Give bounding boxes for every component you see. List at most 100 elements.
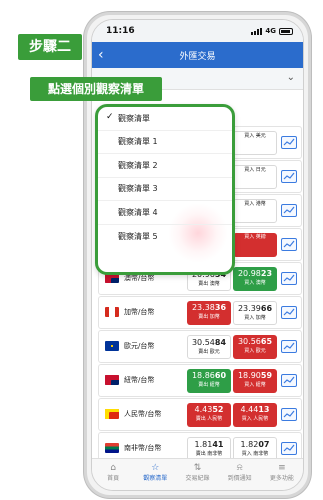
- buy-quote-button[interactable]: 20.9823 買入 澳幣: [233, 267, 277, 291]
- buy-rate-highlight: 66: [260, 304, 273, 313]
- sell-rate-label: 賣出 南非幣: [195, 451, 223, 457]
- tab-swap[interactable]: ⇅ 交易紀錄: [177, 463, 217, 482]
- buy-rate-label: 買入 英鎊: [244, 234, 266, 240]
- buy-rate-label: 買入 日元: [244, 167, 266, 173]
- sell-rate-label: 賣出 歐元: [198, 349, 220, 355]
- step-label: 步驟二: [18, 34, 82, 60]
- home-icon: ⌂: [110, 463, 116, 473]
- buy-rate-label: 買入 紐幣: [244, 382, 266, 388]
- sell-rate-main: 18.86: [191, 371, 215, 380]
- sell-rate-highlight: 84: [214, 338, 227, 347]
- tab-star[interactable]: ☆ 觀察清單: [135, 463, 175, 482]
- buy-quote-button[interactable]: 買入 港幣: [233, 199, 277, 223]
- sell-rate-value: 4.4352: [187, 404, 231, 416]
- tab-home[interactable]: ⌂ 首頁: [93, 463, 133, 482]
- tab-label: 觀察清單: [143, 475, 168, 482]
- chevron-left-icon[interactable]: ‹: [98, 46, 114, 64]
- tab-bell[interactable]: ⍾ 到價通知: [220, 463, 260, 482]
- sell-rate-label: 賣出 人民幣: [195, 416, 223, 422]
- watchlist-option[interactable]: ✓ 觀察清單: [98, 107, 232, 131]
- buy-rate-main: 20.98: [237, 269, 261, 278]
- rate-row[interactable]: 加幣/台幣 23.3836 賣出 加幣 23.3966 買入 加幣: [98, 296, 302, 329]
- chart-icon[interactable]: [281, 204, 297, 217]
- buy-rate-value: 1.8207: [234, 439, 276, 451]
- sell-rate-value: 30.5484: [188, 337, 230, 349]
- buy-quote-button[interactable]: 買入 英鎊: [233, 233, 277, 257]
- watchlist-option[interactable]: 觀察清單 4: [98, 201, 232, 225]
- chart-icon[interactable]: [281, 340, 297, 353]
- chart-icon[interactable]: [281, 170, 297, 183]
- buy-quote-button[interactable]: 買入 美元: [233, 131, 277, 155]
- sell-rate-highlight: 52: [212, 405, 224, 414]
- buy-rate-label: 買入 人民幣: [241, 416, 269, 422]
- buy-quote-button[interactable]: 30.5665 買入 歐元: [233, 335, 277, 359]
- watchlist-option-label: 觀察清單 3: [118, 184, 158, 194]
- flag-eu-icon: [105, 341, 119, 351]
- buy-rate-main: 1.82: [240, 440, 259, 449]
- chart-icon[interactable]: [281, 272, 297, 285]
- tab-menu[interactable]: ≡ 更多功能: [262, 463, 302, 482]
- sell-rate-main: 1.81: [194, 440, 213, 449]
- sell-rate-highlight: 41: [212, 440, 224, 449]
- flag-cn-icon: [105, 409, 119, 419]
- chart-icon[interactable]: [281, 238, 297, 251]
- buy-rate-highlight: 59: [260, 371, 273, 380]
- buy-rate-highlight: 23: [260, 269, 273, 278]
- flag-ca-icon: [105, 307, 119, 317]
- status-time: 11:16: [106, 26, 135, 36]
- tab-label: 到價通知: [227, 475, 252, 482]
- buy-rate-label: 買入 港幣: [244, 201, 266, 207]
- currency-pair: 人民幣/台幣: [124, 410, 162, 418]
- page-title: 外匯交易: [179, 51, 216, 62]
- rate-row[interactable]: 人民幣/台幣 4.4352 賣出 人民幣 4.4413 買入 人民幣: [98, 398, 302, 431]
- chart-icon[interactable]: [281, 136, 297, 149]
- buy-rate-value: 23.3966: [234, 303, 276, 315]
- sell-quote-button[interactable]: 30.5484 賣出 歐元: [187, 335, 231, 359]
- rate-row[interactable]: 歐元/台幣 30.5484 賣出 歐元 30.5665 買入 歐元: [98, 330, 302, 363]
- buy-rate-label: 買入 南非幣: [241, 451, 269, 457]
- buy-quote-button[interactable]: 4.4413 買入 人民幣: [233, 403, 277, 427]
- sell-quote-button[interactable]: 18.8660 賣出 紐幣: [187, 369, 231, 393]
- chart-icon[interactable]: [281, 306, 297, 319]
- currency-pair: 加幣/台幣: [124, 308, 155, 316]
- chart-icon[interactable]: [281, 374, 297, 387]
- buy-rate-value: 4.4413: [233, 404, 277, 416]
- sell-quote-button[interactable]: 4.4352 賣出 人民幣: [187, 403, 231, 427]
- buy-rate-highlight: 13: [258, 405, 270, 414]
- sell-rate-main: 30.54: [191, 338, 215, 347]
- buy-rate-label: 買入 歐元: [244, 348, 266, 354]
- sell-rate-value: 18.8660: [187, 370, 231, 382]
- buy-rate-value: 18.9059: [233, 370, 277, 382]
- buy-quote-button[interactable]: 買入 日元: [233, 165, 277, 189]
- sell-rate-label: 賣出 加幣: [198, 314, 220, 320]
- star-icon: ☆: [151, 463, 160, 473]
- hint-label: 點選個別觀察清單: [30, 77, 162, 101]
- network-label: 4G: [265, 27, 276, 35]
- watchlist-option[interactable]: 觀察清單 1: [98, 131, 232, 154]
- watchlist-option-label: 觀察清單: [118, 113, 150, 123]
- currency-pair: 南非幣/台幣: [124, 444, 162, 452]
- buy-rate-label: 買入 加幣: [244, 315, 266, 321]
- currency-pair: 紐幣/台幣: [124, 376, 155, 384]
- battery-icon: [279, 27, 293, 35]
- signal-icon: [251, 27, 263, 35]
- rate-row[interactable]: 紐幣/台幣 18.8660 賣出 紐幣 18.9059 買入 紐幣: [98, 364, 302, 397]
- buy-rate-value: 30.5665: [233, 336, 277, 348]
- sell-quote-button[interactable]: 23.3836 賣出 加幣: [187, 301, 231, 325]
- watchlist-dropdown: ✓ 觀察清單 觀察清單 1 觀察清單 2 觀察清單 3 觀察清單 4 觀察清單 5: [95, 104, 235, 275]
- watchlist-option[interactable]: 觀察清單 2: [98, 154, 232, 178]
- chevron-down-icon[interactable]: ⌄: [287, 72, 295, 83]
- buy-rate-main: 4.44: [240, 405, 259, 414]
- buy-rate-value: 20.9823: [233, 268, 277, 280]
- chart-icon[interactable]: [281, 442, 297, 455]
- sell-rate-main: 4.43: [194, 405, 213, 414]
- watchlist-option-label: 觀察清單 2: [118, 160, 158, 170]
- buy-quote-button[interactable]: 18.9059 買入 紐幣: [233, 369, 277, 393]
- buy-rate-label: 買入 美元: [244, 133, 266, 139]
- watchlist-option[interactable]: 觀察清單 3: [98, 178, 232, 201]
- buy-rate-main: 23.39: [237, 304, 261, 313]
- watchlist-option[interactable]: 觀察清單 5: [98, 225, 232, 249]
- buy-quote-button[interactable]: 23.3966 買入 加幣: [233, 301, 277, 325]
- sell-rate-value: 23.3836: [187, 302, 231, 314]
- chart-icon[interactable]: [281, 408, 297, 421]
